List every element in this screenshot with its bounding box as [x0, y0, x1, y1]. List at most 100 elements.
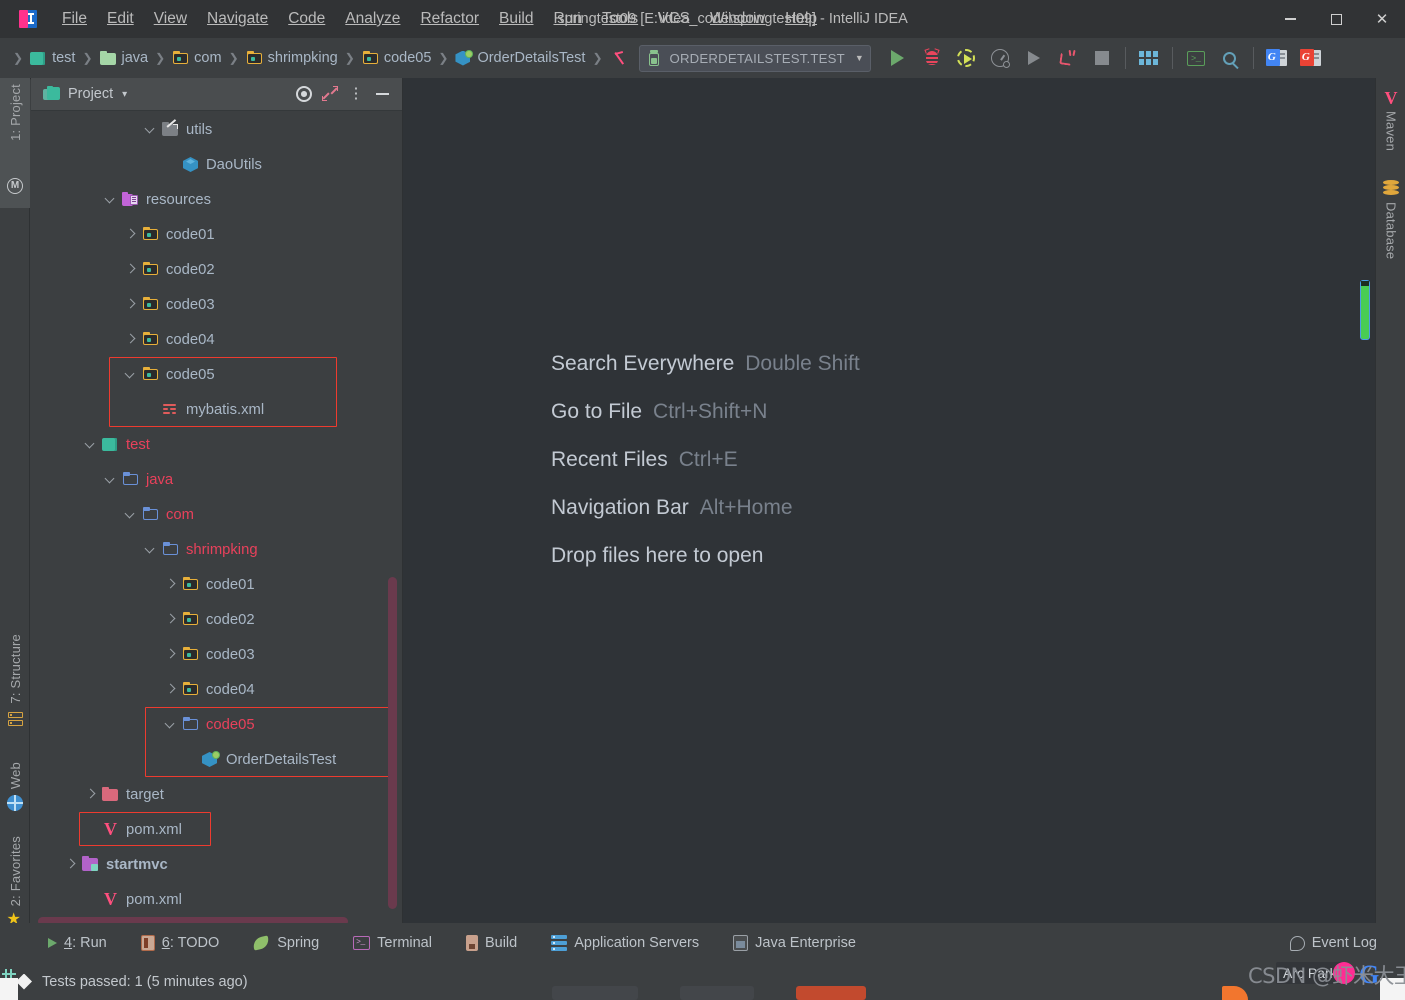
- bottom-item-terminal[interactable]: >_ Terminal: [347, 932, 438, 954]
- editor-scroll-marker[interactable]: [1360, 280, 1370, 340]
- sidebar-item-project[interactable]: 1: Project: [0, 78, 30, 174]
- tree-node-utils[interactable]: utils: [31, 112, 403, 147]
- terminal-button[interactable]: >_: [1179, 41, 1213, 75]
- options-button[interactable]: ⋮: [343, 81, 369, 107]
- menu-window[interactable]: Window: [700, 7, 775, 31]
- hide-button[interactable]: [369, 81, 395, 107]
- chevron-down-icon[interactable]: [163, 717, 178, 732]
- maximize-button[interactable]: [1313, 0, 1359, 38]
- bottom-item-build[interactable]: Build: [460, 932, 523, 954]
- tree-node-daoutils[interactable]: DaoUtils: [31, 147, 403, 182]
- profile-button[interactable]: [983, 41, 1017, 75]
- minimize-button[interactable]: [1267, 0, 1313, 38]
- run-anything-button[interactable]: [1017, 41, 1051, 75]
- tree-node-code01[interactable]: code01: [31, 567, 403, 602]
- chevron-right-icon[interactable]: [163, 647, 178, 662]
- chevron-right-icon[interactable]: [123, 262, 138, 277]
- tree-node-test[interactable]: test: [31, 427, 403, 462]
- tree-node-code03[interactable]: code03: [31, 287, 403, 322]
- menu-view[interactable]: View: [144, 7, 197, 31]
- tree-node-pom-xml[interactable]: Vpom.xml: [31, 882, 403, 917]
- sidebar-item-maven[interactable]: V Maven: [1376, 86, 1405, 186]
- google-translate-alt-button[interactable]: G: [1294, 41, 1328, 75]
- chevron-down-icon[interactable]: [143, 542, 158, 557]
- chevron-down-icon[interactable]: [123, 507, 138, 522]
- menu-help[interactable]: Help: [775, 7, 827, 31]
- chevron-right-icon[interactable]: [123, 332, 138, 347]
- chevron-down-icon[interactable]: [123, 367, 138, 382]
- tree-node-code03[interactable]: code03: [31, 637, 403, 672]
- sidebar-item-database[interactable]: Database: [1376, 176, 1405, 306]
- chevron-down-icon[interactable]: [83, 437, 98, 452]
- search-button[interactable]: [1213, 41, 1247, 75]
- chevron-down-icon[interactable]: ▾: [122, 89, 127, 100]
- tree-node-startmvc[interactable]: startmvc: [31, 847, 403, 882]
- tree-node-com[interactable]: com: [31, 497, 403, 532]
- menu-analyze[interactable]: Analyze: [335, 7, 410, 31]
- tree-node-code02[interactable]: code02: [31, 252, 403, 287]
- sidebar-item-web[interactable]: Web: [0, 758, 30, 832]
- stop-button[interactable]: [1085, 41, 1119, 75]
- event-log-button[interactable]: Event Log: [1284, 932, 1383, 954]
- breadcrumb-item-code05[interactable]: code05: [362, 50, 431, 67]
- tree-node-pom-xml[interactable]: Vpom.xml: [31, 812, 403, 847]
- run-configuration-selector[interactable]: ORDERDETAILSTEST.TEST ▼: [638, 44, 871, 72]
- menu-navigate[interactable]: Navigate: [197, 7, 278, 31]
- breadcrumb-item-com[interactable]: com: [172, 50, 222, 67]
- project-tree-vertical-scrollbar[interactable]: [388, 577, 397, 909]
- tree-node-code05[interactable]: code05: [31, 357, 403, 392]
- close-button[interactable]: ✕: [1359, 0, 1405, 38]
- menu-build[interactable]: Build: [489, 7, 543, 31]
- chevron-right-icon[interactable]: [123, 297, 138, 312]
- select-opened-file-button[interactable]: [291, 81, 317, 107]
- tree-node-code04[interactable]: code04: [31, 672, 403, 707]
- tree-node-mybatis-xml[interactable]: mybatis.xml: [31, 392, 403, 427]
- tree-node-code05[interactable]: code05: [31, 707, 403, 742]
- breadcrumb-item-test[interactable]: test: [30, 50, 75, 67]
- make-module-icon[interactable]: [613, 50, 631, 67]
- chevron-right-icon[interactable]: [123, 227, 138, 242]
- collapse-all-button[interactable]: [317, 81, 343, 107]
- attach-debugger-button[interactable]: [1051, 41, 1085, 75]
- tree-node-code02[interactable]: code02: [31, 602, 403, 637]
- breadcrumb-item-java[interactable]: java: [99, 50, 148, 67]
- menu-vcs[interactable]: VCS: [648, 7, 700, 31]
- menu-tools[interactable]: Tools: [592, 7, 648, 31]
- debug-button[interactable]: [915, 41, 949, 75]
- editor-empty-area[interactable]: Search Everywhere Double Shift Go to File C…: [403, 78, 1375, 923]
- chevron-right-icon[interactable]: [83, 787, 98, 802]
- bottom-item-todo[interactable]: 6: TODO: [135, 932, 226, 954]
- tree-node-java[interactable]: java: [31, 462, 403, 497]
- menu-edit[interactable]: Edit: [97, 7, 144, 31]
- menu-code[interactable]: Code: [278, 7, 335, 31]
- menu-run[interactable]: Run: [544, 7, 592, 31]
- breadcrumb-item-orderdetailstest[interactable]: OrderDetailsTest: [455, 49, 585, 67]
- google-translate-button[interactable]: G: [1260, 41, 1294, 75]
- menu-refactor[interactable]: Refactor: [410, 7, 489, 31]
- run-button[interactable]: [881, 41, 915, 75]
- menu-file[interactable]: File: [52, 7, 97, 31]
- bottom-item-spring[interactable]: Spring: [247, 932, 325, 954]
- bottom-item-application-servers[interactable]: Application Servers: [545, 932, 705, 954]
- chevron-down-icon[interactable]: [143, 122, 158, 137]
- tree-node-orderdetailstest[interactable]: OrderDetailsTest: [31, 742, 403, 777]
- chevron-right-icon[interactable]: [63, 857, 78, 872]
- tree-node-resources[interactable]: resources: [31, 182, 403, 217]
- chevron-right-icon[interactable]: [163, 612, 178, 627]
- tree-node-shrimpking[interactable]: shrimpking: [31, 532, 403, 567]
- project-tree[interactable]: utils DaoUtils resources code01 code02 code03…: [31, 111, 403, 923]
- chevron-down-icon[interactable]: [103, 192, 118, 207]
- breadcrumb-item-shrimpking[interactable]: shrimpking: [246, 50, 338, 67]
- tree-node-target[interactable]: target: [31, 777, 403, 812]
- run-with-coverage-button[interactable]: [949, 41, 983, 75]
- tree-node-code04[interactable]: code04: [31, 322, 403, 357]
- layout-button[interactable]: [1132, 41, 1166, 75]
- sidebar-item-maven-m[interactable]: M: [0, 174, 30, 208]
- sidebar-item-structure[interactable]: 7: Structure: [0, 630, 30, 758]
- chevron-down-icon[interactable]: [103, 472, 118, 487]
- bottom-item-run[interactable]: 4: Run: [42, 932, 113, 954]
- tree-node-code01[interactable]: code01: [31, 217, 403, 252]
- chevron-right-icon[interactable]: [163, 682, 178, 697]
- bottom-item-java-enterprise[interactable]: Java Enterprise: [727, 932, 862, 954]
- chevron-right-icon[interactable]: [163, 577, 178, 592]
